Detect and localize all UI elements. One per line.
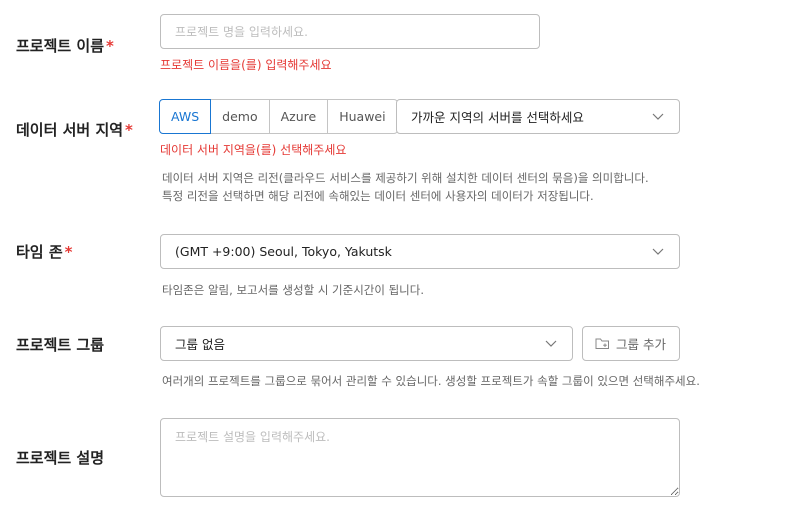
timezone-label-text: 타임 존 xyxy=(16,243,63,261)
data-region-help-line-2: 특정 리전을 선택하면 해당 리전에 속해있는 데이터 센터에 사용자의 데이터… xyxy=(162,189,594,203)
data-region-error: 데이터 서버 지역을(를) 선택해주세요 xyxy=(160,143,347,157)
chevron-down-icon xyxy=(544,337,558,351)
required-mark: * xyxy=(106,37,114,55)
chevron-down-icon xyxy=(651,245,665,259)
data-region-label: 데이터 서버 지역 * xyxy=(16,119,133,140)
project-group-select-value: 그룹 없음 xyxy=(175,337,225,352)
project-name-label-text: 프로젝트 이름 xyxy=(16,37,105,55)
provider-button-azure[interactable]: Azure xyxy=(268,99,329,134)
project-group-select[interactable]: 그룹 없음 xyxy=(160,326,573,361)
project-group-label-text: 프로젝트 그룹 xyxy=(16,336,105,354)
add-group-button-label: 그룹 추가 xyxy=(616,337,666,352)
provider-button-huawei[interactable]: Huawei xyxy=(327,99,398,134)
region-select[interactable]: 가까운 지역의 서버를 선택하세요 xyxy=(396,99,680,134)
required-mark: * xyxy=(64,243,73,261)
region-select-value: 가까운 지역의 서버를 선택하세요 xyxy=(411,110,584,125)
data-region-help-line-1: 데이터 서버 지역은 리전(클라우드 서비스를 제공하기 위해 설치한 데이터 … xyxy=(162,171,649,185)
project-group-help: 여러개의 프로젝트를 그룹으로 묶어서 관리할 수 있습니다. 생성할 프로젝트… xyxy=(162,374,700,388)
project-description-textarea[interactable] xyxy=(160,418,680,497)
provider-button-aws[interactable]: AWS xyxy=(159,99,212,134)
timezone-label: 타임 존 * xyxy=(16,241,72,262)
project-group-label: 프로젝트 그룹 xyxy=(16,334,104,355)
add-group-button[interactable]: 그룹 추가 xyxy=(582,326,680,361)
project-name-label: 프로젝트 이름 * xyxy=(16,35,114,56)
project-description-label: 프로젝트 설명 xyxy=(16,447,104,468)
required-mark: * xyxy=(125,121,133,139)
project-name-input[interactable] xyxy=(160,14,540,49)
timezone-help: 타임존은 알림, 보고서를 생성할 시 기준시간이 됩니다. xyxy=(162,283,425,297)
cloud-provider-toggle-group: AWS demo Azure Huawei xyxy=(159,99,398,134)
chevron-down-icon xyxy=(651,110,665,124)
project-name-error: 프로젝트 이름을(를) 입력해주세요 xyxy=(160,58,332,72)
data-region-label-text: 데이터 서버 지역 xyxy=(16,121,124,139)
folder-plus-icon xyxy=(595,337,610,350)
timezone-select-value: (GMT +9:00) Seoul, Tokyo, Yakutsk xyxy=(175,244,392,259)
timezone-select[interactable]: (GMT +9:00) Seoul, Tokyo, Yakutsk xyxy=(160,234,680,269)
provider-button-demo[interactable]: demo xyxy=(210,99,270,134)
project-description-label-text: 프로젝트 설명 xyxy=(16,449,105,467)
